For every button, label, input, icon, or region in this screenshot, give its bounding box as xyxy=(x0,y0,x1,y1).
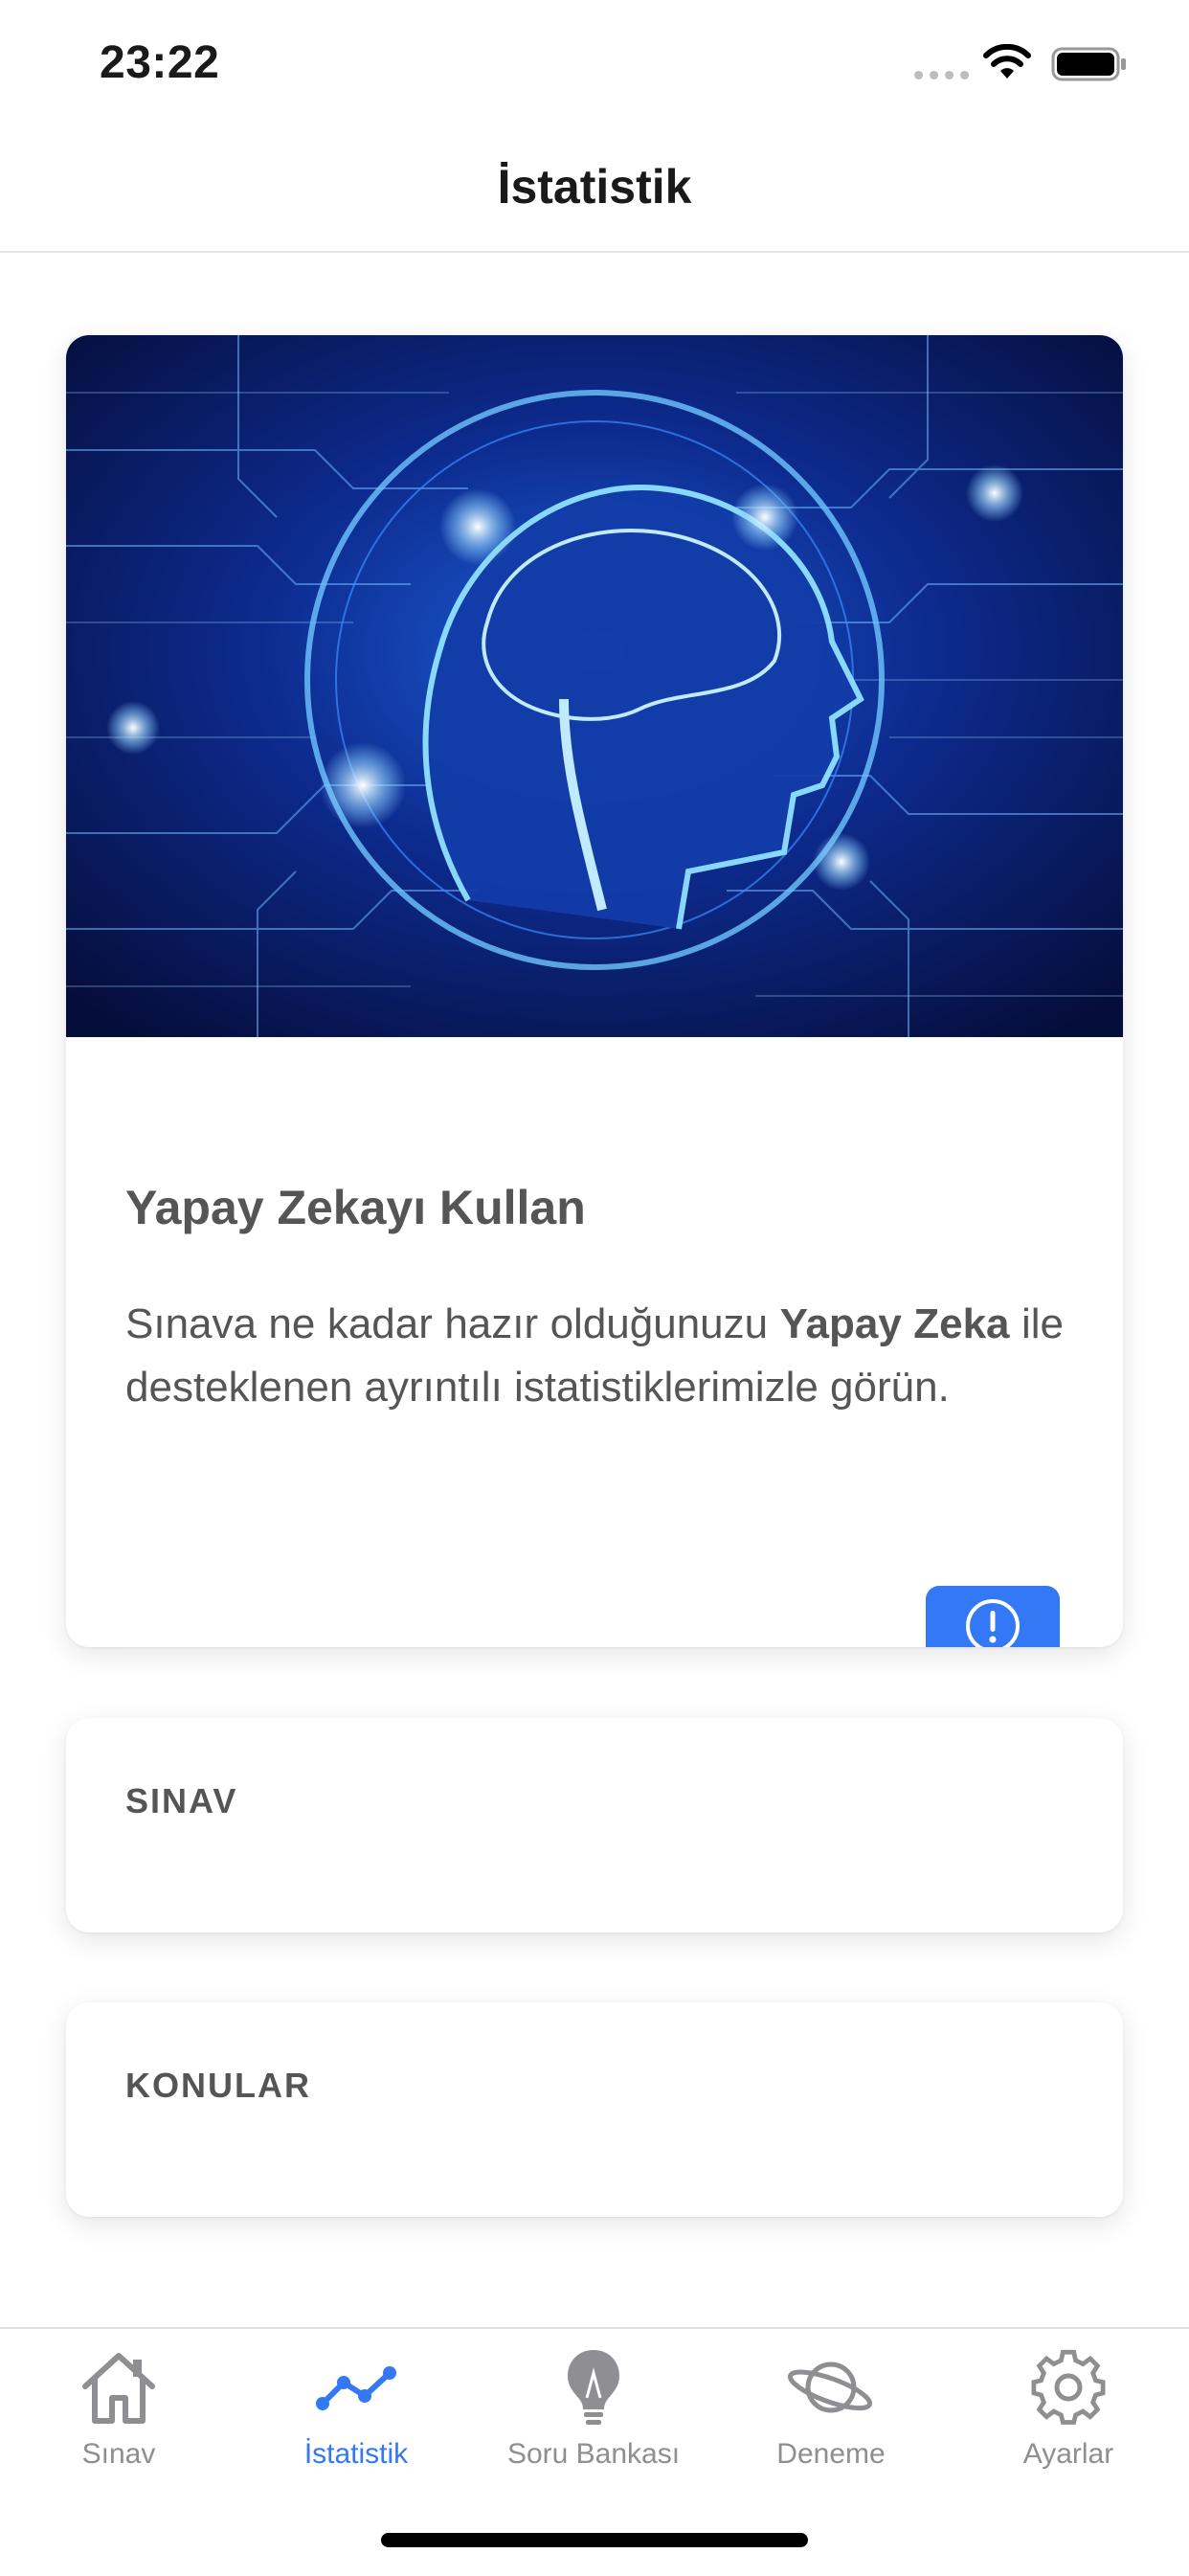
section-sinav-card[interactable]: SINAV xyxy=(66,1718,1123,1932)
tab-sinav[interactable]: Sınav xyxy=(0,2344,237,2497)
tab-sinav-label: Sınav xyxy=(81,2438,156,2470)
card-description-bold: Yapay Zeka xyxy=(779,1300,1010,1347)
navigation-bar: İstatistik xyxy=(0,124,1189,253)
tab-ayarlar-label: Ayarlar xyxy=(1022,2438,1114,2470)
tab-istatistik[interactable]: İstatistik xyxy=(237,2344,475,2497)
tab-soru-bankasi-label: Soru Bankası xyxy=(506,2438,681,2470)
section-konular-label: KONULAR xyxy=(125,2066,311,2105)
ai-brain-image xyxy=(66,335,1123,1037)
home-indicator xyxy=(381,2533,808,2547)
info-button[interactable] xyxy=(926,1586,1060,1647)
ai-card: Yapay Zekayı Kullan Sınava ne kadar hazı… xyxy=(66,335,1123,1647)
gear-icon xyxy=(1031,2349,1106,2425)
planet-icon xyxy=(787,2361,873,2413)
section-konular-card[interactable]: KONULAR xyxy=(66,2002,1123,2217)
tab-istatistik-label: İstatistik xyxy=(303,2438,409,2470)
status-time: 23:22 xyxy=(100,37,220,88)
main-content: Yapay Zekayı Kullan Sınava ne kadar hazı… xyxy=(0,253,1189,2326)
wifi-icon xyxy=(983,44,1031,79)
page-title: İstatistik xyxy=(497,160,692,214)
tab-ayarlar[interactable]: Ayarlar xyxy=(950,2344,1187,2497)
lightbulb-icon xyxy=(568,2350,619,2425)
card-title: Yapay Zekayı Kullan xyxy=(125,1181,586,1234)
home-icon xyxy=(82,2353,155,2424)
tab-soru-bankasi[interactable]: Soru Bankası xyxy=(475,2344,712,2497)
exclamation-circle-icon xyxy=(966,1599,1020,1647)
status-bar: 23:22 xyxy=(0,0,1189,124)
tab-deneme[interactable]: Deneme xyxy=(712,2344,950,2497)
section-sinav-label: SINAV xyxy=(125,1781,238,1820)
card-description: Sınava ne kadar hazır olduğunuzu Yapay Z… xyxy=(125,1293,1064,1419)
cellular-signal-icon xyxy=(914,71,969,79)
tab-deneme-label: Deneme xyxy=(776,2438,886,2470)
card-description-part1: Sınava ne kadar hazır olduğunuzu xyxy=(125,1300,780,1347)
trend-icon xyxy=(316,2366,396,2410)
battery-icon xyxy=(1051,47,1126,81)
